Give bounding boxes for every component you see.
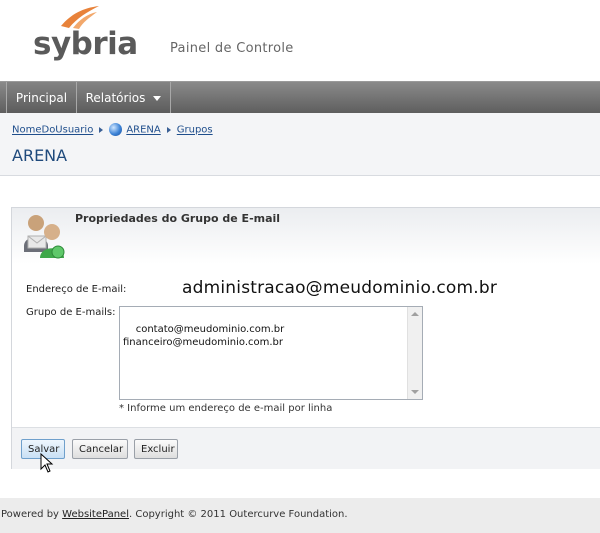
scroll-down-icon[interactable]	[411, 390, 419, 394]
textarea-scrollbar[interactable]	[407, 307, 422, 399]
nav-item-label: Principal	[15, 91, 68, 105]
footer-copyright: Powered by WebsitePanel. Copyright © 201…	[1, 509, 348, 520]
chevron-down-icon	[153, 96, 162, 101]
group-emails-text: contato@meudominio.com.br financeiro@meu…	[123, 324, 285, 348]
group-emails-hint: * Informe um endereço de e-mail por linh…	[119, 403, 333, 414]
footer-prefix: Powered by	[1, 509, 63, 520]
chevron-right-icon	[99, 126, 104, 133]
cancel-button[interactable]: Cancelar	[72, 439, 128, 459]
logo-text: sybria	[33, 26, 138, 62]
footer: Powered by WebsitePanel. Copyright © 201…	[0, 498, 600, 533]
breadcrumb-area: NomeDoUsuario ARENA Grupos ARENA	[0, 113, 600, 176]
chevron-right-icon	[166, 126, 171, 133]
websitepanel-link[interactable]: WebsitePanel	[62, 509, 129, 520]
globe-icon	[109, 123, 123, 136]
scroll-up-icon[interactable]	[411, 312, 419, 316]
mouse-pointer-icon	[40, 453, 54, 473]
delete-button[interactable]: Excluir	[134, 439, 178, 459]
section-title: Propriedades do Grupo de E-mail	[75, 212, 281, 225]
email-address-label: Endereço de E-mail:	[26, 284, 127, 295]
group-emails-label: Grupo de E-mails:	[26, 307, 116, 318]
header: sybria Painel de Controle	[0, 0, 600, 80]
group-emails-textarea[interactable]: contato@meudominio.com.br financeiro@meu…	[119, 306, 423, 400]
control-panel-title: Painel de Controle	[170, 41, 294, 56]
breadcrumb-link-user[interactable]: NomeDoUsuario	[12, 125, 93, 136]
nav-item-label: Relatórios	[85, 91, 146, 105]
panel-header: Propriedades do Grupo de E-mail	[12, 208, 600, 264]
users-group-icon	[24, 215, 65, 259]
email-address-value: administracao@meudominio.com.br	[182, 278, 498, 298]
nav-item-principal[interactable]: Principal	[6, 82, 77, 114]
sybria-logo[interactable]: sybria	[33, 4, 138, 64]
breadcrumb: NomeDoUsuario ARENA Grupos	[12, 123, 213, 136]
email-group-properties-panel: Propriedades do Grupo de E-mail Endereço…	[11, 207, 600, 469]
breadcrumb-link-space[interactable]: ARENA	[126, 125, 160, 136]
footer-suffix: . Copyright © 2011 Outercurve Foundation…	[128, 509, 348, 520]
main-nav: Principal Relatórios	[0, 81, 600, 114]
nav-item-relatorios[interactable]: Relatórios	[77, 82, 171, 114]
breadcrumb-link-groups[interactable]: Grupos	[177, 125, 213, 136]
page-title: ARENA	[12, 146, 68, 165]
form-actions: Salvar Cancelar Excluir	[12, 427, 600, 469]
